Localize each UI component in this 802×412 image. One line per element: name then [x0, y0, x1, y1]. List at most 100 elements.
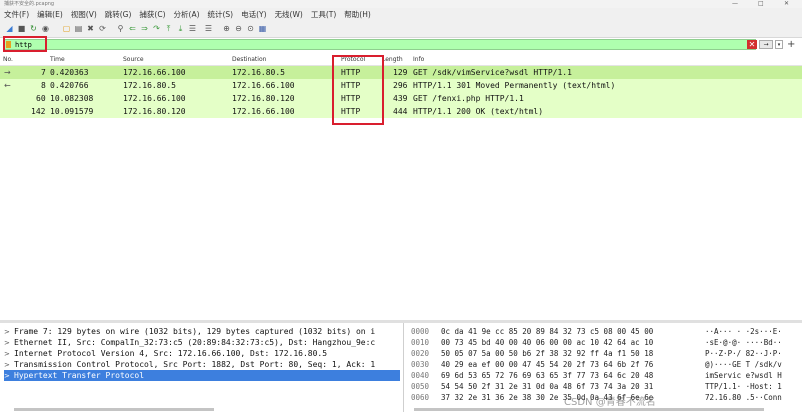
hex-row[interactable]: 0030 40 29 ea ef 00 00 47 45 54 20 2f 73 … [405, 359, 802, 370]
detail-ethernet[interactable]: > Ethernet II, Src: CompalIn_32:73:c5 (20… [4, 337, 400, 348]
column-time[interactable]: Time [50, 55, 65, 65]
display-filter-input[interactable]: http [4, 39, 756, 50]
menu-telephony[interactable]: 电话(Y) [237, 8, 270, 21]
packet-no: 8 [41, 81, 46, 90]
packet-time: 0.420766 [50, 81, 89, 90]
restart-capture-icon[interactable]: ↻ [29, 24, 38, 33]
packet-length: 129 [393, 68, 408, 77]
hex-row[interactable]: 0050 54 54 50 2f 31 2e 31 0d 0a 48 6f 73 … [405, 381, 802, 392]
packet-length: 444 [393, 107, 408, 116]
find-packet-icon[interactable]: ⚲ [116, 24, 125, 33]
menu-wireless[interactable]: 无线(W) [271, 8, 307, 21]
packet-list-header: No. Time Source Destination Protocol Len… [0, 55, 802, 66]
expand-arrow-icon[interactable]: > [4, 327, 14, 337]
display-filter-bar: http ✕ → ▾ + [0, 38, 802, 52]
detail-tcp[interactable]: > Transmission Control Protocol, Src Port… [4, 359, 400, 370]
menu-analyze[interactable]: 分析(A) [170, 8, 204, 21]
filter-history-dropdown-icon[interactable]: ▾ [775, 40, 783, 49]
zoom-out-icon[interactable]: ⊖ [234, 24, 243, 33]
packet-time: 0.420363 [50, 68, 89, 77]
packet-length: 296 [393, 81, 408, 90]
expand-arrow-icon[interactable]: > [4, 371, 14, 381]
resize-columns-icon[interactable]: ▦ [258, 24, 267, 33]
menu-file[interactable]: 文件(F) [0, 8, 33, 21]
clear-filter-icon[interactable]: ✕ [747, 40, 757, 49]
expand-arrow-icon[interactable]: > [4, 360, 14, 370]
hex-row[interactable]: 0040 69 6d 53 65 72 76 69 63 65 3f 77 73 … [405, 370, 802, 381]
start-capture-icon[interactable]: ◢ [5, 24, 14, 33]
close-window-button[interactable]: ✕ [784, 0, 789, 8]
last-packet-icon[interactable]: ⤓ [176, 24, 185, 33]
packet-info: GET /fenxi.php HTTP/1.1 [413, 94, 524, 103]
packet-destination: 172.16.80.120 [232, 94, 295, 103]
zoom-reset-icon[interactable]: ⊙ [246, 24, 255, 33]
packet-row[interactable]: 142 10.091579 172.16.80.120 172.16.66.10… [0, 105, 802, 118]
go-back-icon[interactable]: ⇐ [128, 24, 137, 33]
menu-tools[interactable]: 工具(T) [307, 8, 340, 21]
colorize-icon[interactable]: ☰ [204, 24, 213, 33]
menu-help[interactable]: 帮助(H) [340, 8, 375, 21]
menu-edit[interactable]: 编辑(E) [33, 8, 67, 21]
title-bar: 捕获不安全的.pcapng — □ ✕ [0, 0, 802, 8]
menu-capture[interactable]: 捕获(C) [135, 8, 169, 21]
watermark: CSDN @青春不流名 [564, 397, 656, 408]
packet-time: 10.082308 [50, 94, 94, 103]
packet-row[interactable]: → 7 0.420363 172.16.66.100 172.16.80.5 H… [0, 66, 802, 79]
filter-highlight-box [3, 36, 47, 52]
packet-source: 172.16.80.120 [123, 107, 186, 116]
hex-row[interactable]: 0000 0c da 41 9e cc 85 20 89 84 32 73 c5 … [405, 326, 802, 337]
packet-destination: 172.16.66.100 [232, 107, 295, 116]
packet-info: HTTP/1.1 301 Moved Permanently (text/htm… [413, 81, 616, 90]
bytes-horizontal-scrollbar[interactable] [414, 408, 764, 411]
packet-info: GET /sdk/vimService?wsdl HTTP/1.1 [413, 68, 572, 77]
menu-bar: 文件(F) 编辑(E) 视图(V) 跳转(G) 捕获(C) 分析(A) 统计(S) 电话(Y)… [0, 8, 802, 21]
packet-details-pane: > Frame 7: 129 bytes on wire (1032 bits),… [0, 323, 404, 412]
open-file-icon[interactable]: ▢ [62, 24, 71, 33]
conversation-arrow-icon: ← [4, 81, 11, 90]
column-info[interactable]: Info [413, 55, 424, 65]
go-forward-icon[interactable]: ⇒ [140, 24, 149, 33]
hex-row[interactable]: 0010 00 73 45 bd 40 00 40 06 00 00 ac 10 … [405, 337, 802, 348]
column-source[interactable]: Source [123, 55, 144, 65]
detail-frame[interactable]: > Frame 7: 129 bytes on wire (1032 bits),… [4, 326, 400, 337]
zoom-in-icon[interactable]: ⊕ [222, 24, 231, 33]
detail-ipv4[interactable]: > Internet Protocol Version 4, Src: 172.1… [4, 348, 400, 359]
autoscroll-icon[interactable]: ☰ [188, 24, 197, 33]
save-file-icon[interactable]: ▤ [74, 24, 83, 33]
column-destination[interactable]: Destination [232, 55, 266, 65]
hex-row[interactable]: 0020 50 05 07 5a 00 50 b6 2f 38 32 92 ff … [405, 348, 802, 359]
reload-file-icon[interactable]: ⟳ [98, 24, 107, 33]
go-to-packet-icon[interactable]: ↷ [152, 24, 161, 33]
menu-go[interactable]: 跳转(G) [101, 8, 136, 21]
menu-view[interactable]: 视图(V) [67, 8, 101, 21]
first-packet-icon[interactable]: ⤒ [164, 24, 173, 33]
column-length[interactable]: Length [382, 55, 403, 65]
stop-capture-icon[interactable]: ■ [17, 24, 26, 33]
packet-info: HTTP/1.1 200 OK (text/html) [413, 107, 544, 116]
menu-statistics[interactable]: 统计(S) [204, 8, 238, 21]
packet-time: 10.091579 [50, 107, 94, 116]
expand-arrow-icon[interactable]: > [4, 349, 14, 359]
apply-filter-icon[interactable]: → [759, 40, 773, 49]
detail-http[interactable]: > Hypertext Transfer Protocol [4, 370, 400, 381]
minimize-button[interactable]: — [732, 0, 738, 8]
packet-source: 172.16.66.100 [123, 94, 186, 103]
packet-destination: 172.16.66.100 [232, 81, 295, 90]
packet-source: 172.16.80.5 [123, 81, 176, 90]
details-horizontal-scrollbar[interactable] [14, 408, 214, 411]
conversation-arrow-icon: → [4, 68, 11, 77]
add-filter-button-icon[interactable]: + [787, 38, 795, 51]
expand-arrow-icon[interactable]: > [4, 338, 14, 348]
column-no[interactable]: No. [3, 55, 13, 65]
packet-source: 172.16.66.100 [123, 68, 186, 77]
protocol-highlight-box [332, 55, 384, 125]
packet-no: 7 [41, 68, 46, 77]
maximize-button[interactable]: □ [758, 0, 764, 8]
packet-no: 60 [36, 94, 46, 103]
capture-options-icon[interactable]: ◉ [41, 24, 50, 33]
main-toolbar: ◢ ■ ↻ ◉ ▢ ▤ ✖ ⟳ ⚲ ⇐ ⇒ ↷ ⤒ ⤓ ☰ ☰ ⊕ ⊖ ⊙ ▦ [0, 21, 802, 38]
packet-row[interactable]: 60 10.082308 172.16.66.100 172.16.80.120… [0, 92, 802, 105]
packet-row[interactable]: ← 8 0.420766 172.16.80.5 172.16.66.100 H… [0, 79, 802, 92]
packet-no: 142 [31, 107, 46, 116]
close-file-icon[interactable]: ✖ [86, 24, 95, 33]
